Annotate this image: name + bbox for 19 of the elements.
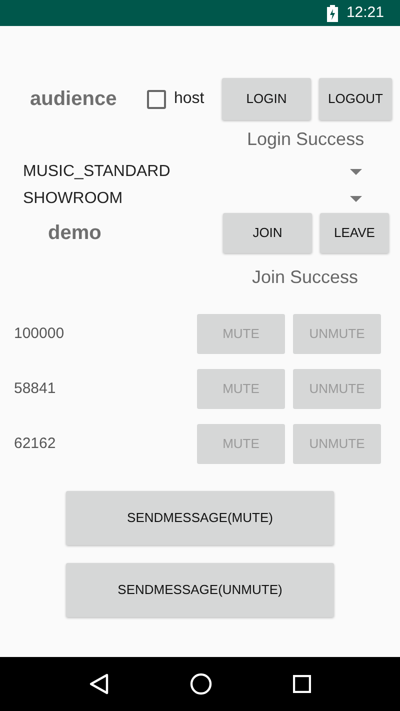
user-id: 62162 — [14, 434, 57, 454]
action-button[interactable]: JOIN — [223, 213, 312, 253]
dropdown-value: SHOWROOM — [23, 188, 123, 208]
dropdown-spinner[interactable]: SHOWROOM — [23, 185, 362, 212]
status-time: 12:21 — [346, 2, 384, 23]
action-button[interactable]: LOGIN — [222, 78, 311, 120]
dropdown-spinner[interactable]: MUSIC_STANDARD — [23, 158, 362, 185]
action-button[interactable]: SENDMESSAGE(MUTE) — [66, 491, 334, 545]
status-message: Join Success — [252, 266, 358, 288]
host-label: host — [174, 89, 206, 109]
user-id: 58841 — [14, 378, 57, 399]
user-id: 100000 — [14, 324, 66, 344]
dropdown-value: MUSIC_STANDARD — [23, 162, 170, 182]
action-button[interactable]: LEAVE — [320, 213, 389, 253]
role-label: audience — [30, 87, 118, 112]
action-button[interactable]: LOGOUT — [319, 78, 392, 120]
action-button[interactable]: SENDMESSAGE(UNMUTE) — [66, 563, 334, 617]
status-message: Login Success — [247, 128, 364, 151]
room-name: demo — [48, 221, 102, 246]
